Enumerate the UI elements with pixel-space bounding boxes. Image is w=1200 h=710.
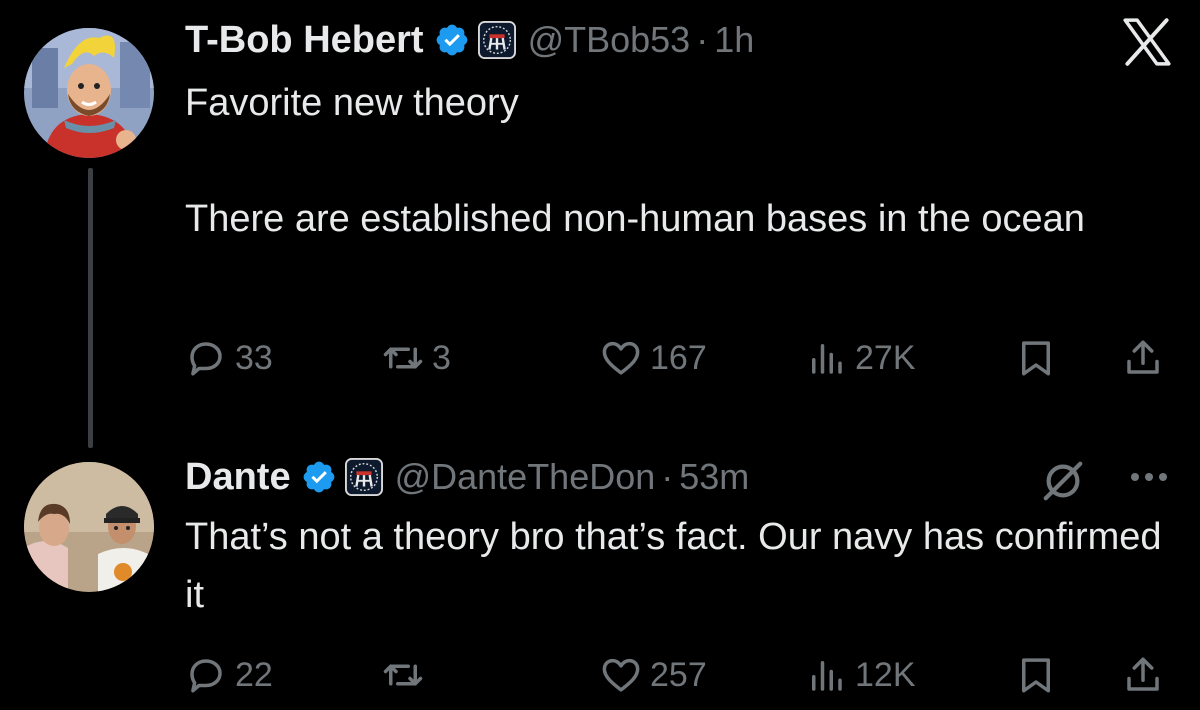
tweet-tbob[interactable]: T-Bob Hebert @TBob53 · 1h Favorite new t… — [0, 0, 1200, 448]
handle[interactable]: @DanteTheDon — [395, 456, 656, 498]
action-bar: 33 3 167 27K — [0, 333, 1200, 383]
action-bar: 22 257 12K — [0, 650, 1200, 700]
tweet-header: T-Bob Hebert @TBob53 · 1h — [185, 15, 754, 65]
tweet-text: Favorite new theory There are establishe… — [185, 74, 1175, 248]
repost-icon — [383, 664, 423, 686]
avatar-cartoon-image — [24, 28, 154, 158]
bookmark-icon — [1022, 341, 1050, 376]
views-button[interactable]: 12K — [805, 650, 916, 700]
repost-button[interactable]: 3 — [382, 333, 451, 383]
display-name[interactable]: Dante — [185, 456, 291, 499]
grok-icon[interactable] — [1040, 458, 1086, 504]
share-button[interactable] — [1122, 650, 1164, 700]
share-icon — [1127, 657, 1159, 691]
like-button[interactable]: 167 — [600, 333, 707, 383]
tweet-header: Dante @DanteTheDon · 53m — [185, 452, 749, 502]
reply-icon — [190, 659, 222, 693]
tweet-text-line: There are established non-human bases in… — [185, 198, 1085, 240]
avatar[interactable] — [24, 28, 154, 158]
tweet-text: That’s not a theory bro that’s fact. Our… — [185, 508, 1175, 624]
more-icon[interactable] — [1125, 462, 1173, 492]
avatar-photo-image — [24, 462, 154, 592]
thread-line — [88, 168, 93, 448]
like-count: 167 — [650, 338, 707, 377]
share-button[interactable] — [1122, 333, 1164, 383]
separator-dot: · — [696, 19, 709, 60]
verified-badge-icon[interactable] — [434, 22, 470, 58]
tweet-dante[interactable]: Dante @DanteTheDon · 53m That’s not a th… — [0, 430, 1200, 710]
tweet-text-line: Favorite new theory — [185, 82, 519, 124]
views-button[interactable]: 27K — [805, 333, 916, 383]
handle[interactable]: @TBob53 — [528, 19, 691, 61]
bookmark-button[interactable] — [1015, 650, 1057, 700]
reply-count: 33 — [235, 338, 273, 377]
separator-dot: · — [661, 456, 674, 497]
reply-button[interactable]: 22 — [185, 650, 273, 700]
barstool-badge-icon[interactable] — [477, 21, 516, 59]
reply-button[interactable]: 33 — [185, 333, 273, 383]
bookmark-button[interactable] — [1015, 333, 1057, 383]
bookmark-icon — [1022, 658, 1050, 693]
timestamp[interactable]: 1h — [714, 19, 754, 61]
share-icon — [1127, 340, 1159, 374]
views-count: 12K — [855, 655, 916, 694]
like-count: 257 — [650, 655, 707, 694]
like-button[interactable]: 257 — [600, 650, 707, 700]
views-icon — [812, 344, 842, 374]
repost-count: 3 — [432, 338, 451, 377]
reply-icon — [190, 342, 222, 376]
views-count: 27K — [855, 338, 916, 377]
avatar[interactable] — [24, 462, 154, 592]
x-logo-icon[interactable] — [1120, 18, 1174, 66]
reply-count: 22 — [235, 655, 273, 694]
tweet-text-line: That’s not a theory bro that’s fact. Our… — [185, 516, 1162, 616]
barstool-badge-icon[interactable] — [344, 458, 383, 496]
views-icon — [812, 661, 842, 691]
timestamp[interactable]: 53m — [679, 456, 749, 498]
heart-icon — [602, 658, 640, 692]
repost-icon — [383, 347, 423, 369]
verified-badge-icon[interactable] — [301, 459, 337, 495]
display-name[interactable]: T-Bob Hebert — [185, 19, 424, 62]
heart-icon — [602, 341, 640, 375]
repost-button[interactable] — [382, 650, 432, 700]
